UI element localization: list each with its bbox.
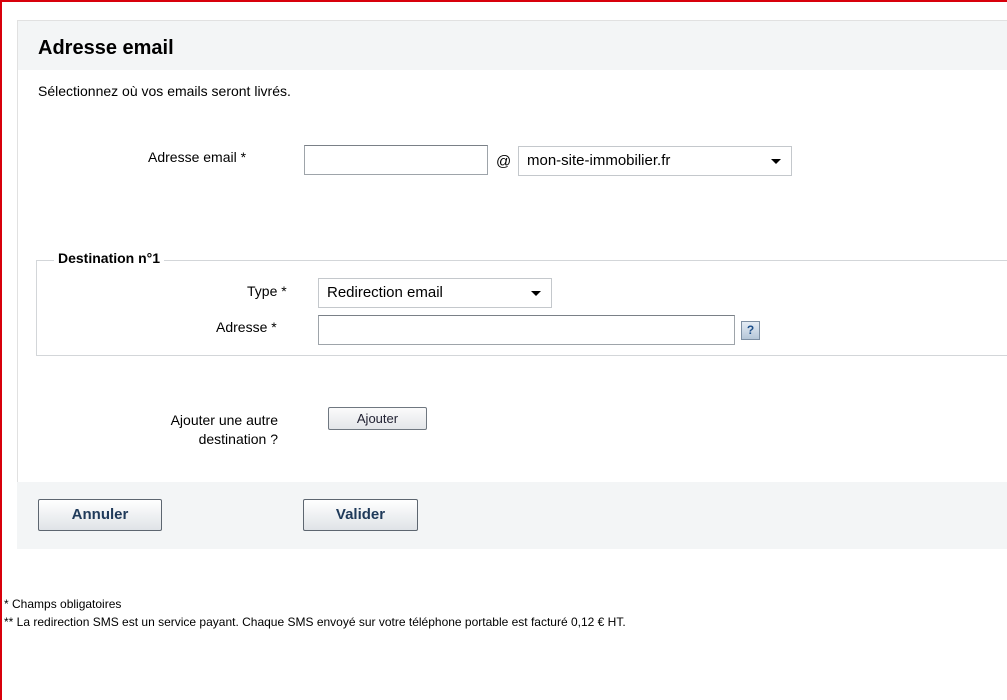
required-fields-note: * Champs obligatoires: [4, 597, 122, 611]
domain-select[interactable]: mon-site-immobilier.fr: [518, 146, 792, 176]
sms-pricing-note: ** La redirection SMS est un service pay…: [4, 615, 626, 629]
page-title: Adresse email: [38, 37, 174, 59]
email-local-input[interactable]: [304, 145, 488, 175]
help-icon[interactable]: ?: [741, 321, 760, 340]
panel-header: Adresse email: [18, 21, 1007, 70]
address-input[interactable]: [318, 315, 735, 345]
email-label: Adresse email *: [148, 149, 247, 165]
domain-select-value: mon-site-immobilier.fr: [527, 152, 671, 169]
add-destination-label-line1: Ajouter une autre: [170, 412, 278, 428]
type-select-value: Redirection email: [327, 284, 443, 301]
add-destination-button[interactable]: Ajouter: [328, 407, 427, 430]
frame-border-top: [0, 0, 1007, 2]
chevron-down-icon: [531, 291, 541, 296]
chevron-down-icon: [771, 159, 781, 164]
at-sign: @: [496, 153, 512, 170]
type-select[interactable]: Redirection email: [318, 278, 552, 308]
intro-text: Sélectionnez où vos emails seront livrés…: [38, 83, 291, 99]
address-label: Adresse *: [216, 319, 277, 335]
form-actions-bar: [17, 482, 1007, 549]
submit-button[interactable]: Valider: [303, 499, 418, 531]
frame-border-left: [0, 0, 2, 700]
type-label: Type *: [247, 283, 287, 299]
cancel-button[interactable]: Annuler: [38, 499, 162, 531]
add-destination-label-line2: destination ?: [198, 431, 278, 447]
destination-legend: Destination n°1: [54, 250, 165, 266]
add-destination-label: Ajouter une autre destination ?: [144, 411, 278, 449]
